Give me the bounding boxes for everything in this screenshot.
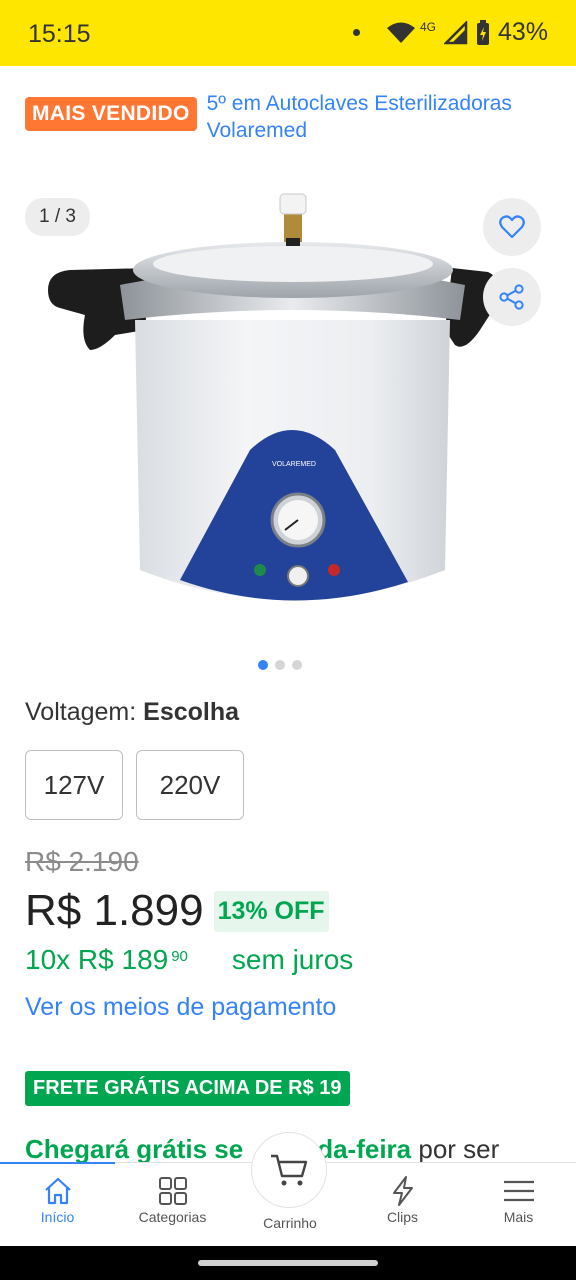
- payment-methods-link[interactable]: Ver os meios de pagamento: [25, 993, 336, 1022]
- installments-no-interest: sem juros: [231, 944, 354, 975]
- installments-cents: 90: [171, 948, 188, 965]
- lightning-icon: [392, 1176, 413, 1206]
- arrival-text-start: Chegará grátis se: [25, 1134, 244, 1164]
- wifi-icon: [386, 22, 415, 43]
- gallery-dot[interactable]: [258, 660, 268, 670]
- status-time: 15:15: [28, 20, 91, 48]
- arrival-text-day: da-feira: [317, 1134, 412, 1164]
- gallery-dot[interactable]: [275, 660, 285, 670]
- active-tab-indicator: [0, 1162, 115, 1164]
- bestseller-row: MAIS VENDIDO 5º em Autoclaves Esteriliza…: [25, 90, 547, 144]
- product-gallery[interactable]: VOLAREMED 1 / 3: [0, 190, 576, 640]
- variation-label: Voltagem: Escolha: [25, 698, 239, 727]
- category-rank-link[interactable]: 5º em Autoclaves Esterilizadoras Volarem…: [207, 90, 547, 144]
- network-type: 4G: [419, 19, 436, 34]
- nav-more[interactable]: Mais: [461, 1173, 576, 1225]
- current-price: R$ 1.899: [25, 886, 204, 935]
- arrival-text-rest: por ser: [411, 1134, 500, 1164]
- gallery-dot[interactable]: [292, 660, 302, 670]
- discount-badge: 13% OFF: [213, 890, 329, 932]
- variation-value: Escolha: [143, 698, 240, 726]
- nav-home[interactable]: Início: [0, 1173, 115, 1225]
- battery-icon: [476, 19, 489, 45]
- voltage-option-220v[interactable]: 220V: [136, 750, 244, 820]
- nav-cart-button[interactable]: [251, 1132, 327, 1208]
- heart-icon: [499, 215, 525, 239]
- product-image: VOLAREMED: [48, 193, 499, 601]
- free-shipping-badge: FRETE GRÁTIS ACIMA DE R$ 19: [25, 1071, 350, 1106]
- nav-more-label: Mais: [503, 1209, 534, 1225]
- home-gesture-handle[interactable]: [198, 1260, 378, 1266]
- categories-icon: [158, 1177, 187, 1205]
- gallery-pagination: [258, 660, 302, 670]
- status-bar: 15:15 4G 43%: [0, 0, 576, 66]
- cell-signal-icon: [443, 20, 468, 44]
- nav-clips-label: Clips: [386, 1209, 419, 1225]
- product-brand-text: VOLAREMED: [272, 461, 316, 468]
- original-price: R$ 2.190: [25, 846, 139, 877]
- installments-amount: 10x R$ 189: [25, 944, 169, 975]
- variation-name: Voltagem:: [25, 698, 144, 726]
- voltage-options: 127V 220V: [25, 750, 244, 820]
- menu-icon: [503, 1180, 534, 1202]
- nav-clips[interactable]: Clips: [345, 1173, 460, 1225]
- image-counter: 1 / 3: [25, 198, 90, 236]
- nav-home-label: Início: [40, 1209, 75, 1225]
- cart-icon: [271, 1154, 308, 1186]
- notification-dot-icon: [352, 29, 360, 36]
- nav-categories-label: Categorias: [138, 1209, 207, 1225]
- share-button[interactable]: [483, 268, 541, 326]
- voltage-option-127v[interactable]: 127V: [25, 750, 123, 820]
- status-icons: 4G 43%: [352, 18, 548, 47]
- share-icon: [499, 284, 524, 310]
- price-row: R$ 1.899 13% OFF: [25, 886, 329, 936]
- bestseller-badge: MAIS VENDIDO: [25, 97, 197, 131]
- nav-categories[interactable]: Categorias: [115, 1173, 230, 1225]
- nav-cart-label: Carrinho: [263, 1215, 317, 1231]
- favorite-button[interactable]: [483, 198, 541, 256]
- installments: 10x R$ 189 90 sem juros: [25, 944, 353, 976]
- system-navigation-bar: [0, 1246, 576, 1280]
- home-icon: [44, 1177, 71, 1205]
- battery-percent: 43%: [497, 18, 548, 46]
